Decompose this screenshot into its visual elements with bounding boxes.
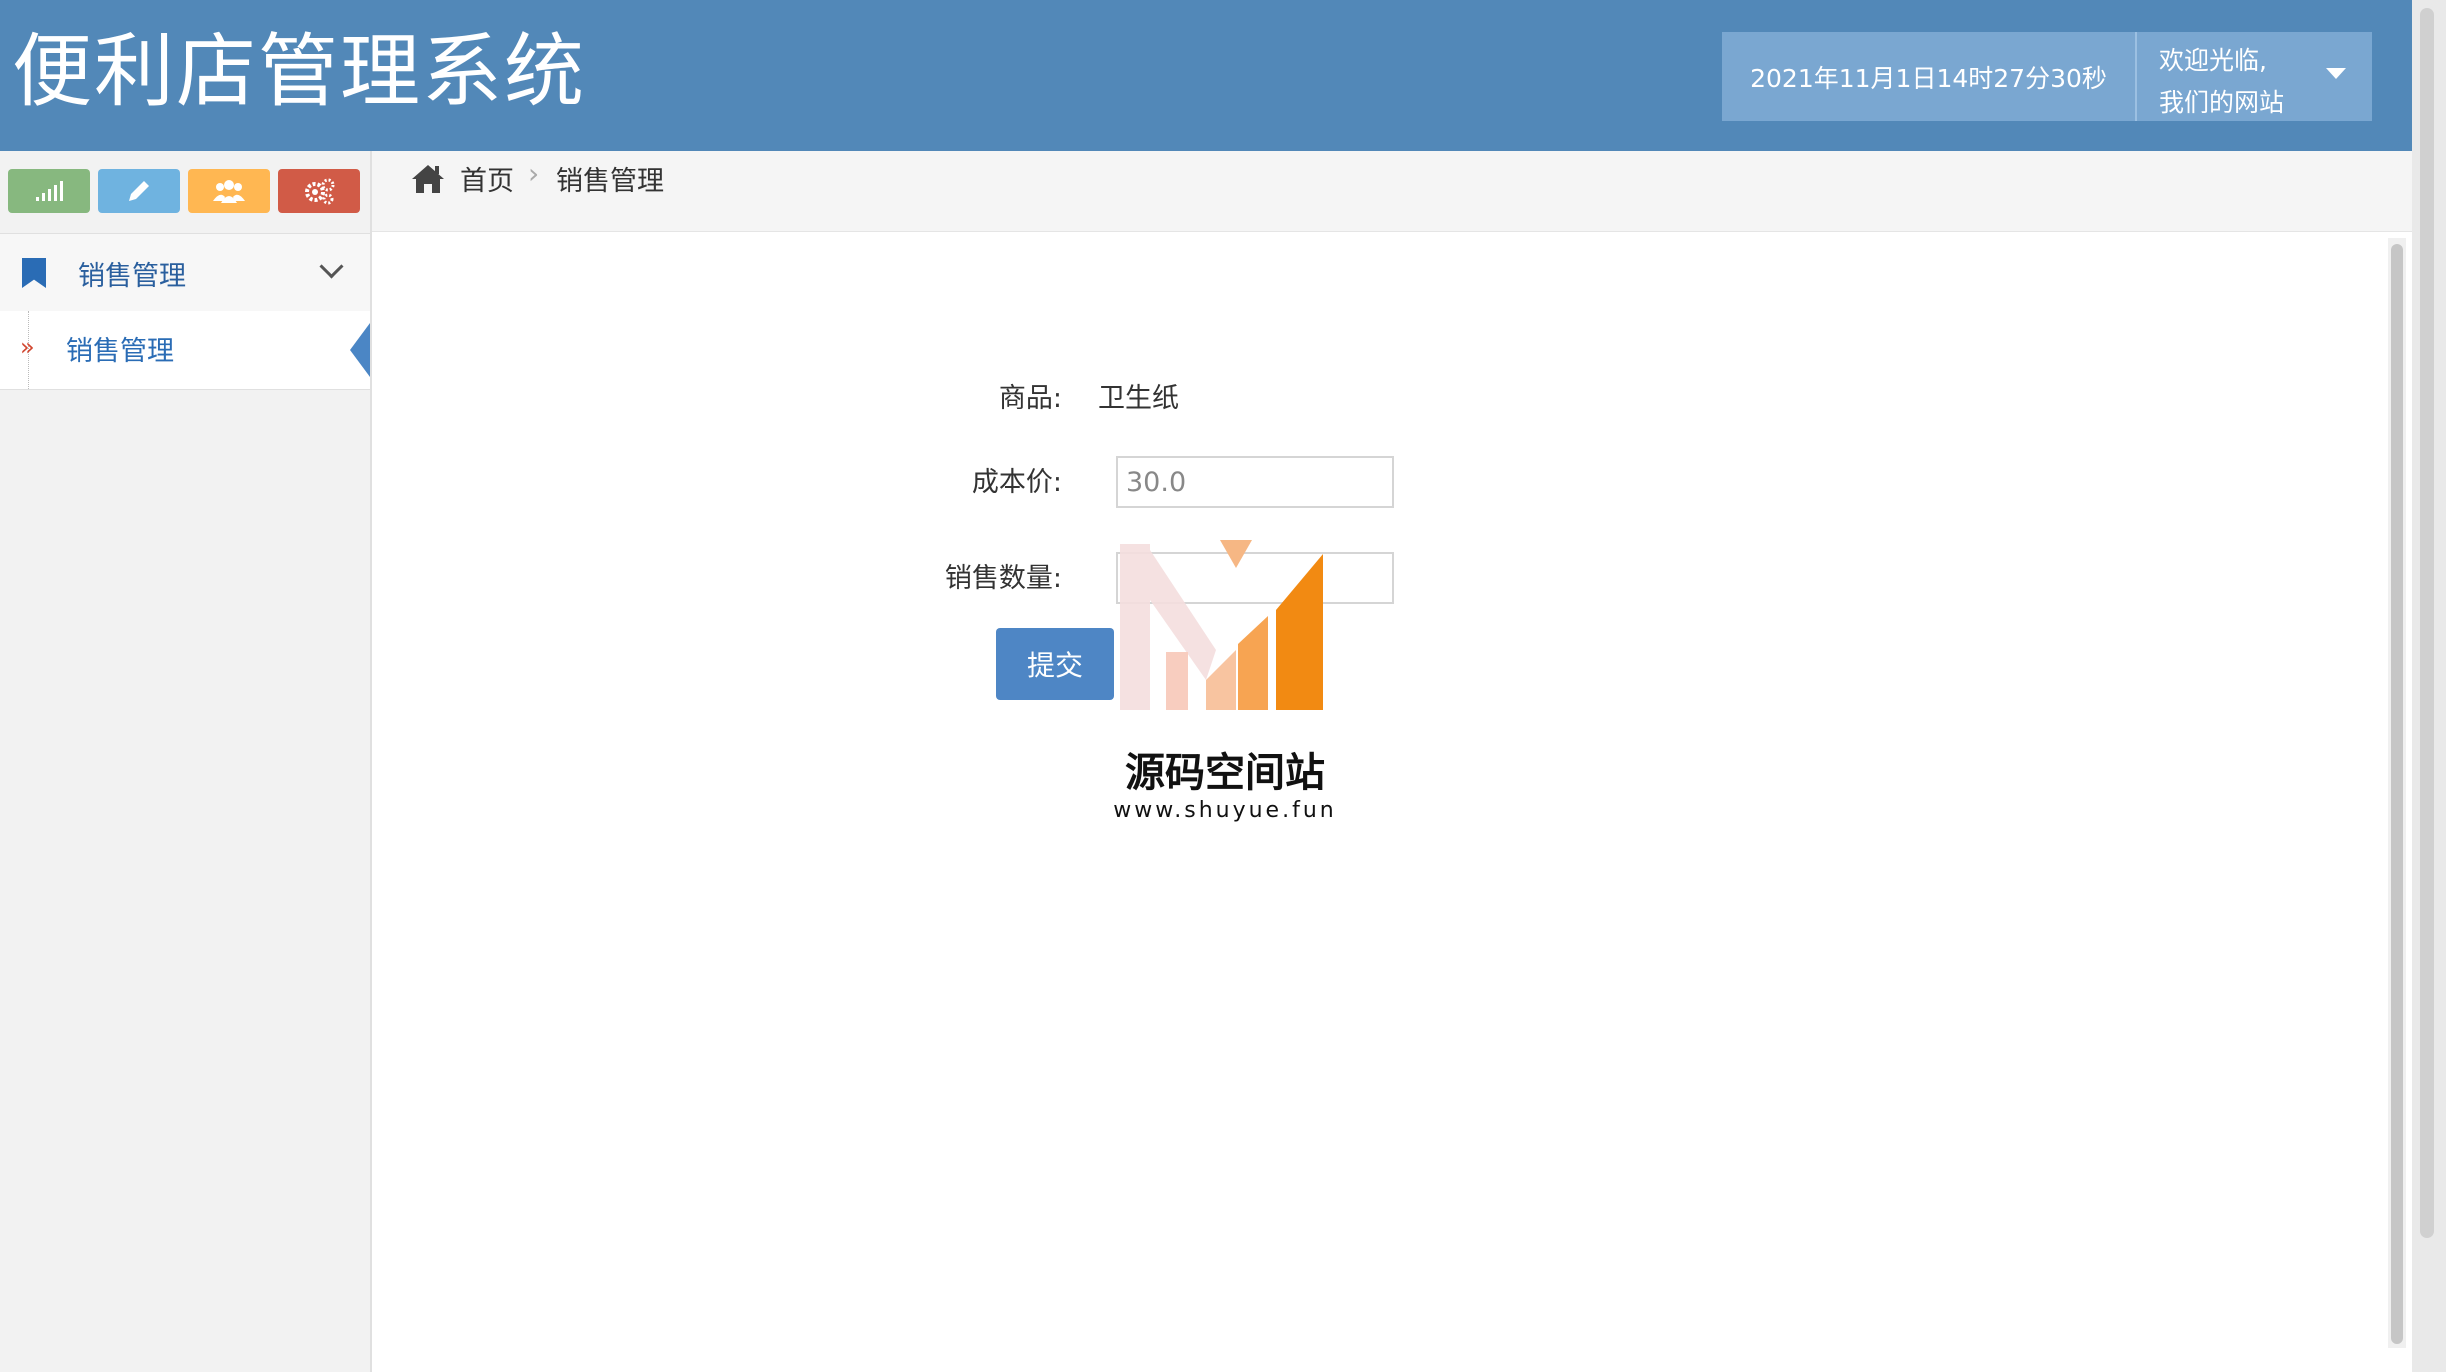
page-scrollbar[interactable] xyxy=(2420,8,2434,1238)
active-indicator xyxy=(350,323,370,377)
sidebar-group-label: 销售管理 xyxy=(78,261,186,292)
sidebar: 销售管理 » 销售管理 xyxy=(0,151,372,1372)
chevron-down-icon xyxy=(319,254,344,279)
sales-quantity-label: 销售数量: xyxy=(944,563,1062,594)
shortcut-stats-button[interactable] xyxy=(8,169,90,213)
sidebar-item-label: 销售管理 xyxy=(66,336,174,367)
signal-icon xyxy=(36,181,63,201)
pencil-icon xyxy=(129,181,149,201)
top-header: 便利店管理系统 2021年11月1日14时27分30秒 欢迎光临, 我们的网站 xyxy=(0,0,2412,151)
bookmark-icon xyxy=(22,258,46,288)
submit-button[interactable]: 提交 xyxy=(996,628,1114,700)
sidebar-item-sales-management[interactable]: » 销售管理 xyxy=(0,311,370,390)
breadcrumb: 首页 › 销售管理 xyxy=(372,151,2412,232)
sidebar-shortcuts xyxy=(8,169,360,213)
content-scrollbar[interactable] xyxy=(2391,244,2403,1344)
breadcrumb-home-link[interactable]: 首页 xyxy=(460,159,514,198)
users-icon xyxy=(213,180,245,203)
cost-price-input[interactable] xyxy=(1116,456,1394,508)
current-datetime: 2021年11月1日14时27分30秒 xyxy=(1722,32,2137,121)
breadcrumb-separator-icon: › xyxy=(528,157,540,190)
user-info-box: 2021年11月1日14时27分30秒 欢迎光临, 我们的网站 xyxy=(1722,32,2372,121)
cogs-icon xyxy=(305,178,335,205)
site-name-text: 我们的网站 xyxy=(2159,88,2285,117)
sidebar-group-sales[interactable]: 销售管理 xyxy=(0,233,370,313)
product-value: 卫生纸 xyxy=(1098,383,1179,414)
shortcut-edit-button[interactable] xyxy=(98,169,180,213)
double-angle-right-icon: » xyxy=(20,333,35,361)
watermark-logo-icon xyxy=(1120,540,1323,710)
watermark-title: 源码空间站 xyxy=(1125,750,1325,796)
product-label: 商品: xyxy=(998,383,1062,414)
shortcut-users-button[interactable] xyxy=(188,169,270,213)
shortcut-settings-button[interactable] xyxy=(278,169,360,213)
user-menu-toggle[interactable]: 欢迎光临, 我们的网站 xyxy=(2137,32,2372,121)
app-title: 便利店管理系统 xyxy=(12,25,586,118)
watermark-url: www.shuyue.fun xyxy=(1113,798,1337,823)
breadcrumb-current: 销售管理 xyxy=(556,166,664,197)
caret-down-icon xyxy=(2326,68,2346,79)
cost-price-label: 成本价: xyxy=(971,467,1062,498)
home-icon[interactable] xyxy=(406,157,450,201)
